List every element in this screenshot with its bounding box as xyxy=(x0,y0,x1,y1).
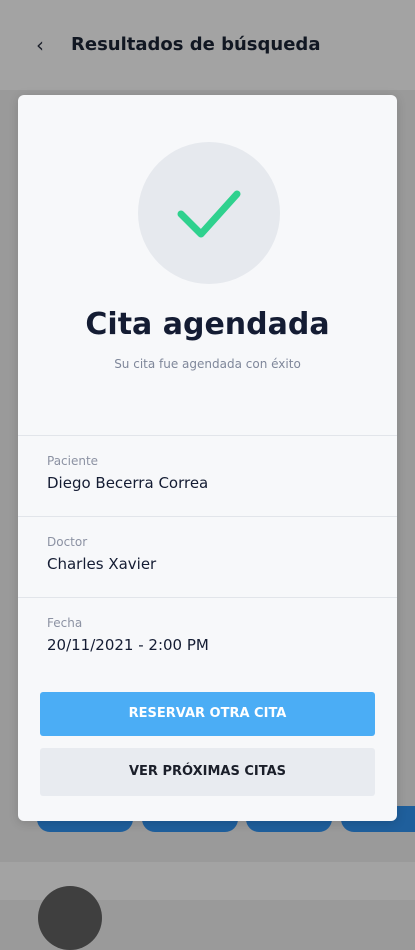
view-upcoming-appointments-button[interactable]: VER PRÓXIMAS CITAS xyxy=(40,748,375,796)
dialog-subtitle: Su cita fue agendada con éxito xyxy=(114,357,301,371)
chevron-left-icon: ‹ xyxy=(36,33,44,57)
patient-label: Paciente xyxy=(47,454,99,468)
date-info: Fecha 20/11/2021 - 2:00 PM xyxy=(18,598,397,678)
avatar xyxy=(38,886,102,950)
checkmark-icon xyxy=(177,190,241,238)
patient-info: Paciente Diego Becerra Correa xyxy=(18,436,397,516)
dialog-title: Cita agendada xyxy=(85,307,330,342)
doctor-label: Doctor xyxy=(47,535,88,549)
app-header: ‹ Resultados de búsqueda xyxy=(0,0,415,90)
date-value: 20/11/2021 - 2:00 PM xyxy=(47,636,209,654)
appointment-confirmation-dialog: Cita agendada Su cita fue agendada con é… xyxy=(18,95,397,821)
back-button[interactable]: ‹ xyxy=(30,34,50,56)
doctor-value: Charles Xavier xyxy=(47,555,157,573)
book-another-appointment-button[interactable]: RESERVAR OTRA CITA xyxy=(40,692,375,736)
date-label: Fecha xyxy=(47,616,83,630)
page-title: Resultados de búsqueda xyxy=(71,34,321,55)
patient-value: Diego Becerra Correa xyxy=(47,474,209,492)
doctor-info: Doctor Charles Xavier xyxy=(18,517,397,597)
success-badge xyxy=(138,142,280,284)
